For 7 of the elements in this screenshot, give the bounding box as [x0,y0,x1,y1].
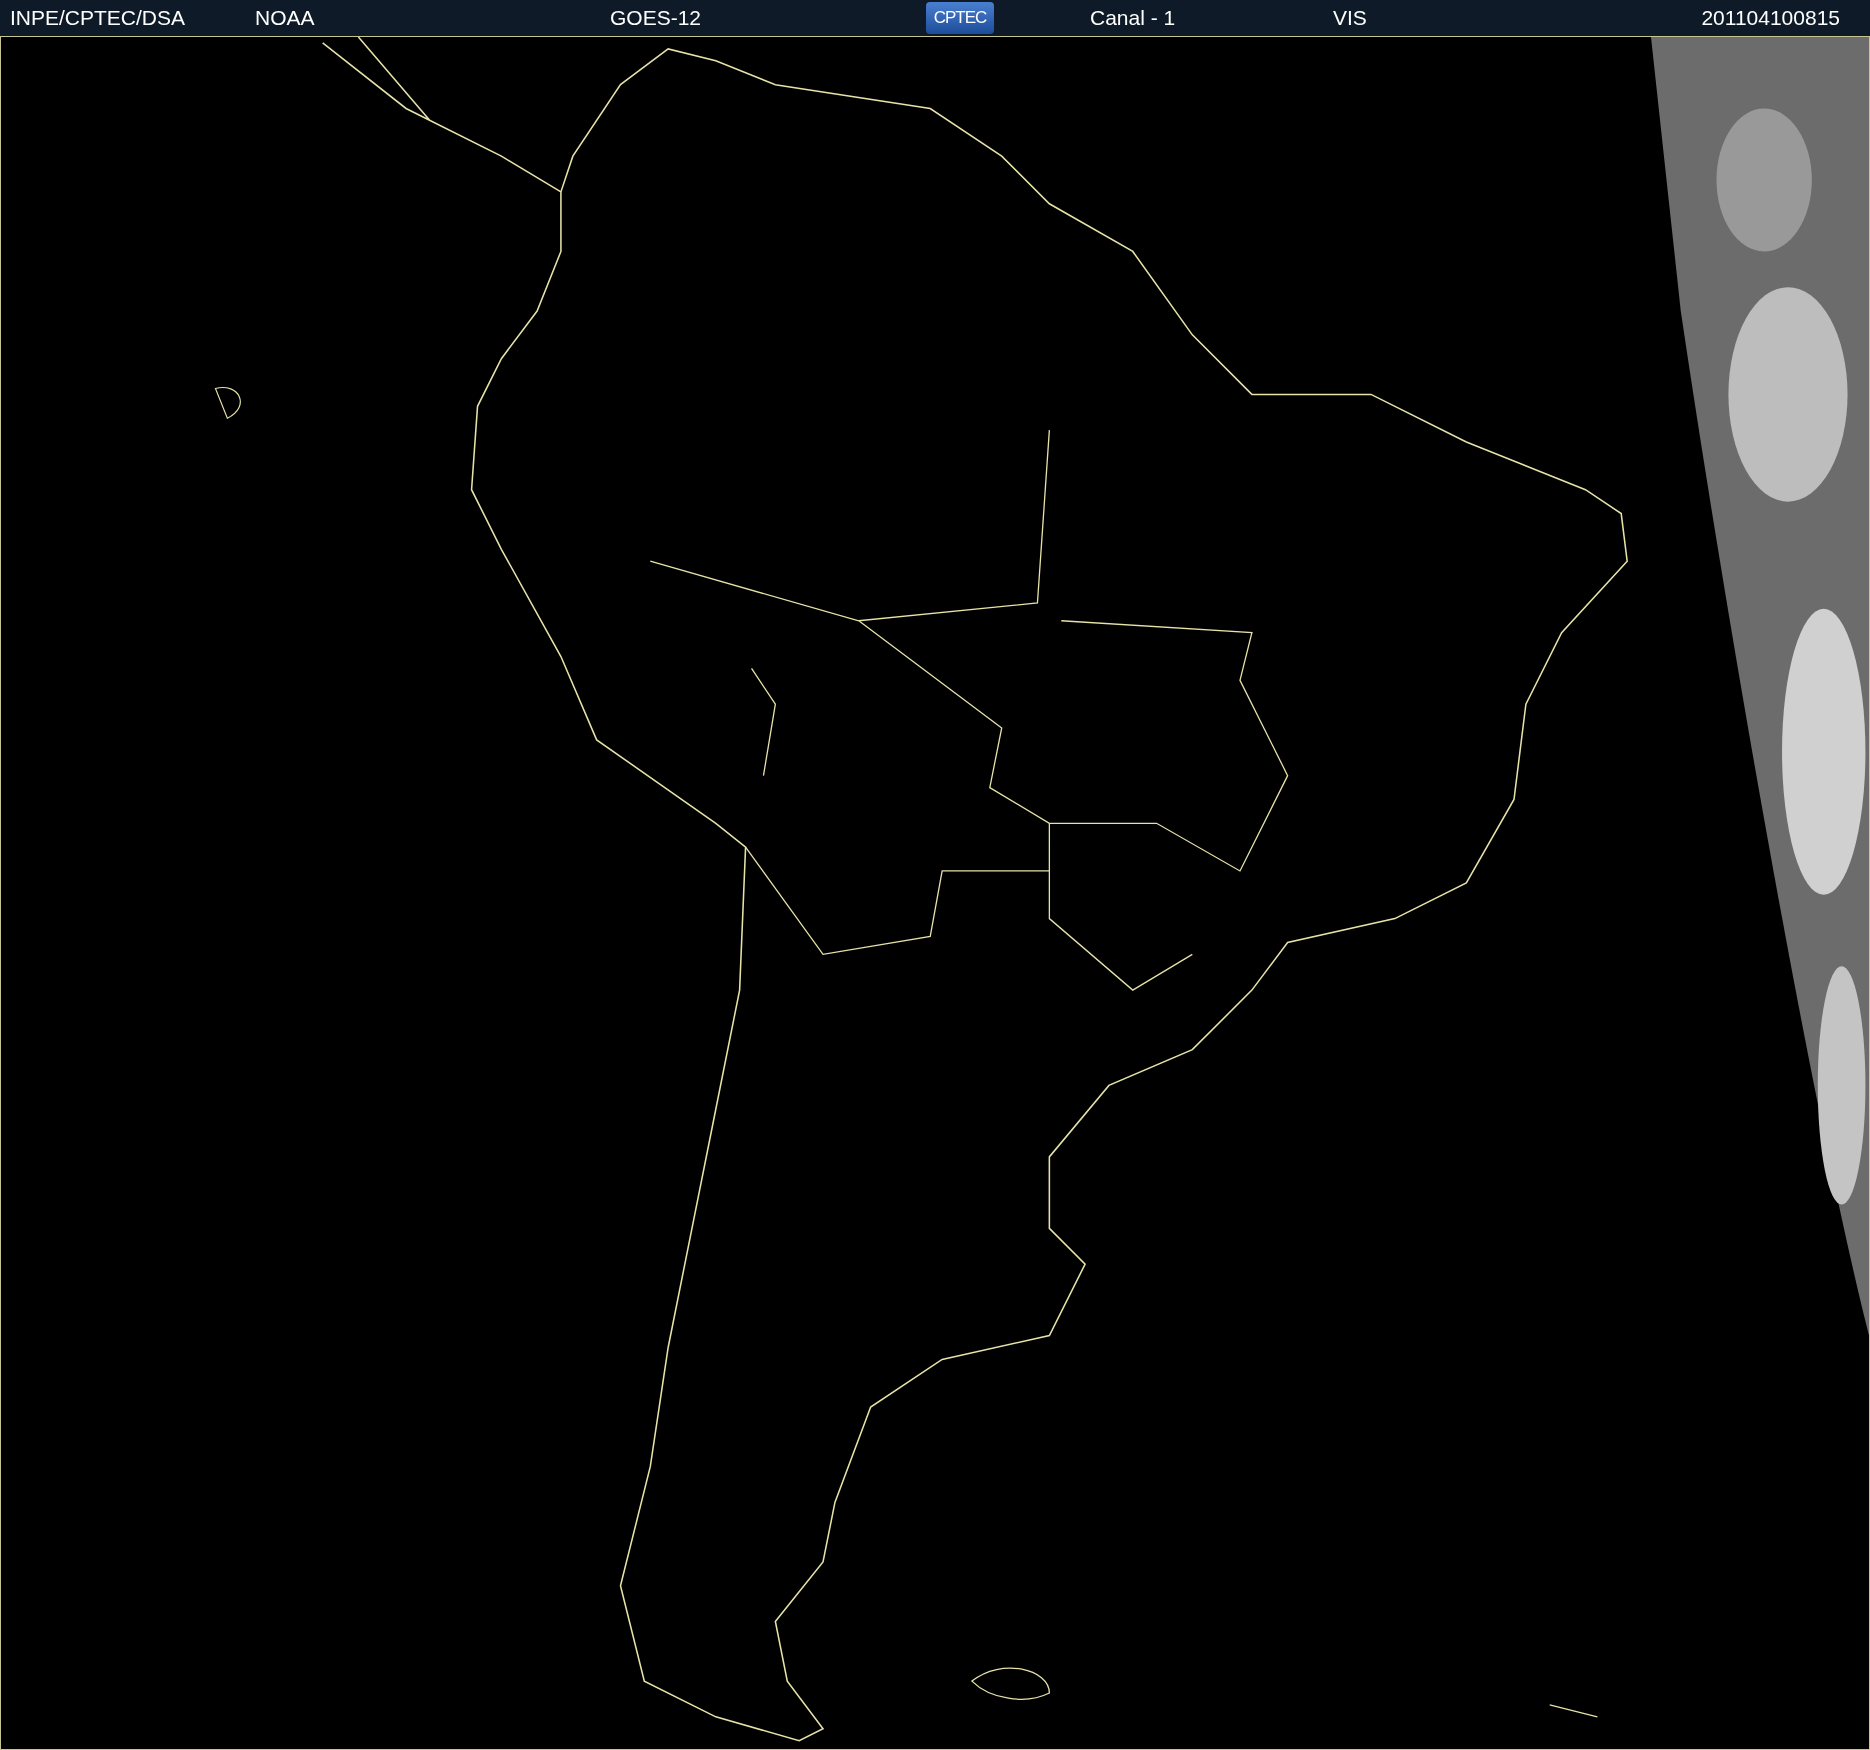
agency-label: NOAA [255,6,316,30]
channel-label: Canal - 1 [1090,6,1177,30]
band-label: VIS [1333,6,1368,30]
timestamp-label: 201104100815 [1701,6,1840,30]
source-label: INPE/CPTEC/DSA [10,6,187,30]
satellite-label: GOES-12 [610,6,703,30]
logo: CPTEC [926,2,994,34]
